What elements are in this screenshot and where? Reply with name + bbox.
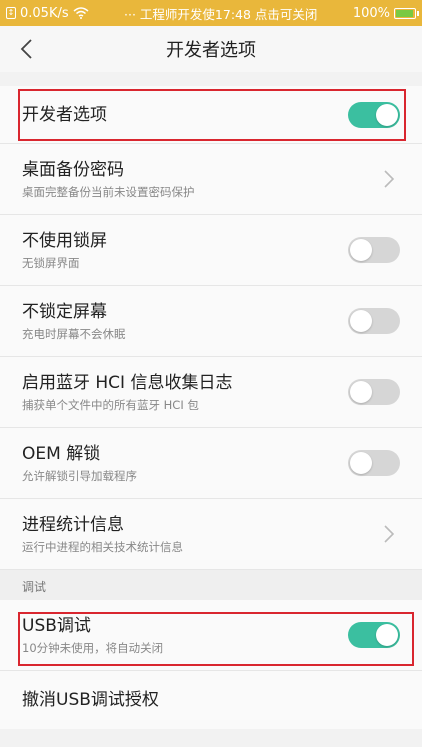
status-right: 100% <box>352 5 419 21</box>
toggle-knob <box>350 381 372 403</box>
oem-unlock-row[interactable]: OEM 解锁 允许解锁引导加载程序 <box>0 428 422 499</box>
item-subtitle: 10分钟未使用，将自动关闭 <box>22 640 164 655</box>
toggle-knob <box>350 310 372 332</box>
item-subtitle: 无锁屏界面 <box>22 255 80 270</box>
revoke-usb-auth-row[interactable]: 撤消USB调试授权 <box>0 671 422 729</box>
section-header-debugging: 调试 <box>0 570 422 600</box>
page-title: 开发者选项 <box>166 40 256 61</box>
toggle-knob <box>376 624 398 646</box>
no-lockscreen-toggle[interactable] <box>348 237 400 263</box>
status-bar: ↕ 0.05K/s ··· 工程师开发使17:48 点击可关闭 100% <box>0 0 422 26</box>
no-lockscreen-row[interactable]: 不使用锁屏 无锁屏界面 <box>0 215 422 286</box>
item-subtitle: 桌面完整备份当前未设置密码保护 <box>22 184 195 199</box>
network-speed: 0.05K/s <box>20 5 69 21</box>
settings-list: 开发者选项 桌面备份密码 桌面完整备份当前未设置密码保护 不使用锁屏 无锁屏界面… <box>0 86 422 729</box>
app-header: 开发者选项 <box>0 26 422 72</box>
battery-icon <box>394 7 419 19</box>
network-speed-icon: ↕ <box>6 7 16 19</box>
usb-debugging-toggle[interactable] <box>348 622 400 648</box>
item-title: 桌面备份密码 <box>22 159 124 180</box>
desktop-backup-password-row[interactable]: 桌面备份密码 桌面完整备份当前未设置密码保护 <box>0 144 422 215</box>
developer-options-toggle[interactable] <box>348 101 400 128</box>
item-subtitle: 充电时屏幕不会休眠 <box>22 326 126 341</box>
item-title: 开发者选项 <box>22 104 107 125</box>
toggle-knob <box>350 239 372 261</box>
item-title: 启用蓝牙 HCI 信息收集日志 <box>22 372 233 393</box>
item-title: OEM 解锁 <box>22 443 101 464</box>
chevron-right-icon <box>384 525 395 543</box>
item-subtitle: 运行中进程的相关技术统计信息 <box>22 539 183 554</box>
item-title: 进程统计信息 <box>22 514 124 535</box>
item-title: 撤消USB调试授权 <box>22 690 159 710</box>
battery-fill <box>396 9 413 17</box>
battery-percent: 100% <box>352 5 390 21</box>
oem-unlock-toggle[interactable] <box>348 450 400 476</box>
item-subtitle: 捕获单个文件中的所有蓝牙 HCI 包 <box>22 397 199 412</box>
chevron-right-icon <box>384 170 395 188</box>
developer-options-row[interactable]: 开发者选项 <box>0 86 422 144</box>
status-left: ↕ 0.05K/s <box>6 6 89 21</box>
toggle-knob <box>350 452 372 474</box>
item-title: 不锁定屏幕 <box>22 301 107 322</box>
process-stats-row[interactable]: 进程统计信息 运行中进程的相关技术统计信息 <box>0 499 422 570</box>
wifi-icon <box>73 7 89 19</box>
item-title: 不使用锁屏 <box>22 230 107 251</box>
toggle-knob <box>376 103 398 126</box>
stay-awake-toggle[interactable] <box>348 308 400 334</box>
stay-awake-row[interactable]: 不锁定屏幕 充电时屏幕不会休眠 <box>0 286 422 357</box>
bluetooth-hci-log-row[interactable]: 启用蓝牙 HCI 信息收集日志 捕获单个文件中的所有蓝牙 HCI 包 <box>0 357 422 428</box>
status-notification[interactable]: ··· 工程师开发使17:48 点击可关闭 <box>89 4 353 23</box>
bluetooth-hci-log-toggle[interactable] <box>348 379 400 405</box>
item-subtitle: 允许解锁引导加载程序 <box>22 468 137 483</box>
item-title: USB调试 <box>22 615 91 636</box>
usb-debugging-row[interactable]: USB调试 10分钟未使用，将自动关闭 <box>0 600 422 671</box>
chevron-left-icon[interactable] <box>16 37 40 61</box>
